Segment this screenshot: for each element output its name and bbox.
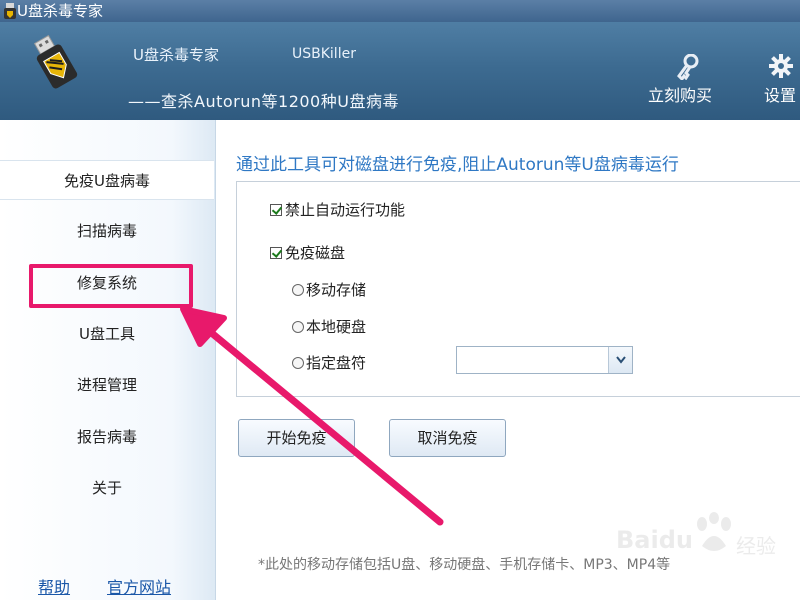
page-title: 通过此工具可对磁盘进行免疫,阻止Autorun等U盘病毒运行 [236,155,679,175]
specify-drive-label: 指定盘符 [306,354,367,372]
header-slogan: ——查杀Autorun等1200种U盘病毒 [128,92,399,111]
paw-icon [697,512,731,551]
removable-storage-radio[interactable]: 移动存储 [292,279,366,300]
radio-icon [292,284,304,296]
disable-autorun-label: 禁止自动运行功能 [285,201,406,219]
baidu-watermark: Baidu 经验 [616,510,800,560]
drive-letter-select[interactable] [456,346,633,374]
checkbox-checked-icon [270,247,282,259]
sidebar-item-usb-tools[interactable]: U盘工具 [0,314,214,354]
cancel-immunize-button[interactable]: 取消免疫 [389,419,506,457]
dropdown-arrow[interactable] [608,347,632,373]
immunize-disk-checkbox[interactable]: 免疫磁盘 [270,242,345,263]
title-bar: U盘杀毒专家 [0,0,800,22]
key-icon [677,54,699,80]
radio-icon [292,321,304,333]
app-icon [4,3,16,19]
header-app-name: U盘杀毒专家 [133,46,219,64]
immunize-disk-label: 免疫磁盘 [285,244,346,262]
sidebar-item-process[interactable]: 进程管理 [0,365,214,405]
header-banner: U盘杀毒专家 USBKiller ——查杀Autorun等1200种U盘病毒 立… [0,22,800,120]
sidebar-item-report[interactable]: 报告病毒 [0,417,214,457]
sidebar-item-scan[interactable]: 扫描病毒 [0,211,214,251]
settings-label: 设置 [764,86,797,105]
chevron-down-icon [616,356,626,364]
help-link[interactable]: 帮助 [38,574,70,598]
gear-icon [769,54,793,78]
sidebar-item-immunize[interactable]: 免疫U盘病毒 [0,160,214,200]
header-english-name: USBKiller [292,46,356,62]
start-immunize-button[interactable]: 开始免疫 [238,419,355,457]
specify-drive-radio[interactable]: 指定盘符 [292,352,366,373]
settings-button[interactable]: 设置 [762,52,800,112]
watermark-sub: 经验 [736,534,776,558]
buy-now-label: 立刻购买 [648,86,713,105]
radio-icon [292,357,304,369]
local-disk-label: 本地硬盘 [306,318,367,336]
buy-now-button[interactable]: 立刻购买 [648,52,728,112]
disable-autorun-checkbox[interactable]: 禁止自动运行功能 [270,199,405,220]
usb-shield-logo-icon [33,34,78,89]
checkbox-checked-icon [270,204,282,216]
official-site-link[interactable]: 官方网站 [107,574,171,598]
footnote: *此处的移动存储包括U盘、移动硬盘、手机存储卡、MP3、MP4等 [258,557,671,573]
sidebar-item-about[interactable]: 关于 [0,468,214,508]
local-disk-radio[interactable]: 本地硬盘 [292,316,366,337]
window-title: U盘杀毒专家 [17,2,103,20]
watermark-text: Baidu [616,526,693,554]
annotation-highlight-box [29,264,193,308]
removable-storage-label: 移动存储 [306,281,367,299]
